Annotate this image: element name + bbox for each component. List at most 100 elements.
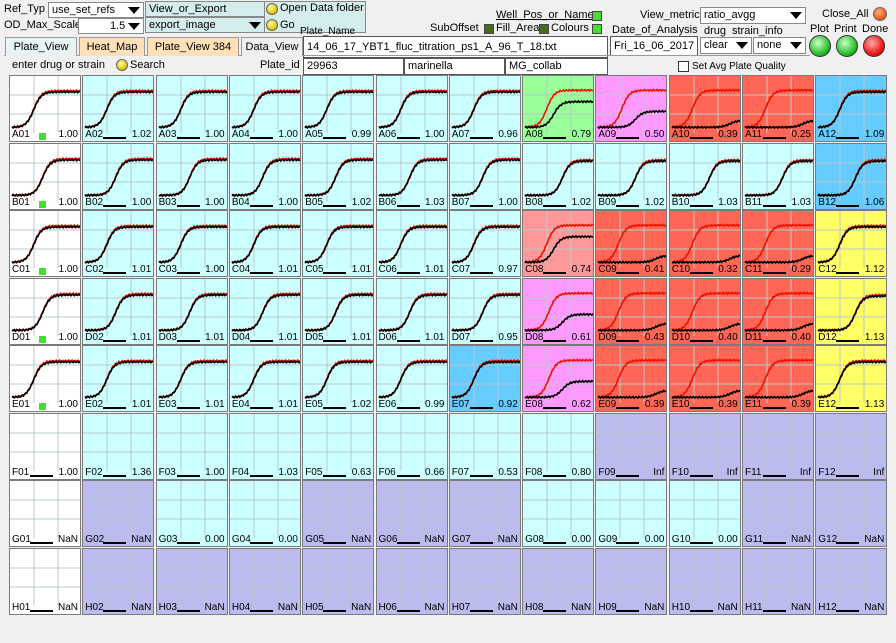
well-g03[interactable]: G03 0.00 (155, 480, 228, 547)
well-b02[interactable]: B02 1.00 (82, 142, 155, 210)
well-h04[interactable]: H04 NaN (228, 547, 301, 615)
well-a01[interactable]: A01 1.00 (9, 75, 81, 142)
done-button[interactable] (863, 35, 885, 57)
tab-data-view[interactable]: Data_View (241, 37, 303, 56)
well-f07[interactable]: F07 0.53 (448, 412, 521, 480)
well-h10[interactable]: H10 NaN (668, 547, 741, 615)
well-f11[interactable]: F11 Inf (742, 412, 814, 480)
well-d08[interactable]: D08 0.61 (522, 277, 595, 345)
plot-button[interactable] (809, 35, 831, 57)
well-e01[interactable]: E01 1.00 (9, 345, 81, 412)
well-g07[interactable]: G07 NaN (448, 480, 521, 547)
well-a06[interactable]: A06 1.00 (375, 75, 448, 142)
tab-heat-map[interactable]: Heat_Map (79, 37, 145, 56)
well-a05[interactable]: A05 0.99 (302, 75, 375, 142)
well-c12[interactable]: C12 1.12 (815, 210, 888, 277)
well-e09[interactable]: E09 0.39 (595, 345, 668, 412)
well-d10[interactable]: D10 0.40 (668, 277, 741, 345)
set-avg-checkbox[interactable] (678, 61, 689, 72)
ref-typ-dropdown[interactable]: use_set_refs (48, 2, 144, 18)
well-f12[interactable]: F12 Inf (815, 412, 888, 480)
well-c09[interactable]: C09 0.41 (595, 210, 668, 277)
drug-dropdown[interactable]: clear (700, 37, 752, 54)
well-c08[interactable]: C08 0.74 (522, 210, 595, 277)
well-a04[interactable]: A04 1.00 (228, 75, 301, 142)
well-f08[interactable]: F08 0.80 (522, 412, 595, 480)
suboffset-toggle[interactable] (484, 24, 494, 34)
date-field[interactable]: Fri_16_06_2017 (610, 36, 698, 56)
well-d07[interactable]: D07 0.95 (448, 277, 521, 345)
well-d02[interactable]: D02 1.01 (82, 277, 155, 345)
well-h02[interactable]: H02 NaN (82, 547, 155, 615)
well-f04[interactable]: F04 1.03 (228, 412, 301, 480)
well-a09[interactable]: A09 0.50 (595, 75, 668, 142)
well-d11[interactable]: D11 0.40 (742, 277, 814, 345)
well-b08[interactable]: B08 1.02 (522, 142, 595, 210)
well-b01[interactable]: B01 1.00 (9, 142, 81, 210)
well-d05[interactable]: D05 1.01 (302, 277, 375, 345)
well-g09[interactable]: G09 0.00 (595, 480, 668, 547)
well-c02[interactable]: C02 1.01 (82, 210, 155, 277)
fill-area-toggle[interactable] (539, 24, 549, 34)
view-metric-dropdown[interactable]: ratio_avgg (700, 7, 806, 24)
well-f05[interactable]: F05 0.63 (302, 412, 375, 480)
well-e02[interactable]: E02 1.01 (82, 345, 155, 412)
well-b04[interactable]: B04 1.00 (228, 142, 301, 210)
well-g08[interactable]: G08 0.00 (522, 480, 595, 547)
well-d12[interactable]: D12 1.13 (815, 277, 888, 345)
well-a02[interactable]: A02 1.02 (82, 75, 155, 142)
well-b12[interactable]: B12 1.06 (815, 142, 888, 210)
well-e07[interactable]: E07 0.92 (448, 345, 521, 412)
well-c11[interactable]: C11 0.29 (742, 210, 814, 277)
close-all-button[interactable] (873, 7, 887, 21)
well-f10[interactable]: F10 Inf (668, 412, 741, 480)
well-d06[interactable]: D06 1.01 (375, 277, 448, 345)
well-e04[interactable]: E04 1.01 (228, 345, 301, 412)
well-e06[interactable]: E06 0.99 (375, 345, 448, 412)
od-max-dropdown[interactable]: 1.5 (78, 18, 144, 34)
user-field[interactable]: marinella (404, 58, 505, 75)
well-c05[interactable]: C05 1.01 (302, 210, 375, 277)
well-h03[interactable]: H03 NaN (155, 547, 228, 615)
well-e03[interactable]: E03 1.01 (155, 345, 228, 412)
well-g10[interactable]: G10 0.00 (668, 480, 741, 547)
well-c07[interactable]: C07 0.97 (448, 210, 521, 277)
well-c06[interactable]: C06 1.01 (375, 210, 448, 277)
well-d09[interactable]: D09 0.43 (595, 277, 668, 345)
well-a07[interactable]: A07 0.96 (448, 75, 521, 142)
well-d03[interactable]: D03 1.01 (155, 277, 228, 345)
well-a03[interactable]: A03 1.00 (155, 75, 228, 142)
tab-plate-view-384[interactable]: Plate_View 384 (147, 37, 239, 56)
well-a08[interactable]: A08 0.79 (522, 75, 595, 142)
collab-field[interactable]: MG_collab (505, 58, 608, 75)
well-e05[interactable]: E05 1.02 (302, 345, 375, 412)
well-f03[interactable]: F03 1.00 (155, 412, 228, 480)
well-b05[interactable]: B05 1.02 (302, 142, 375, 210)
well-a12[interactable]: A12 1.09 (815, 75, 888, 142)
well-g05[interactable]: G05 NaN (302, 480, 375, 547)
well-h06[interactable]: H06 NaN (375, 547, 448, 615)
well-b10[interactable]: B10 1.03 (668, 142, 741, 210)
well-b06[interactable]: B06 1.03 (375, 142, 448, 210)
well-c10[interactable]: C10 0.32 (668, 210, 741, 277)
well-pos-toggle[interactable] (592, 11, 602, 21)
well-f02[interactable]: F02 1.36 (82, 412, 155, 480)
well-h08[interactable]: H08 NaN (522, 547, 595, 615)
view-export-dropdown[interactable]: export_image (145, 17, 265, 33)
well-h11[interactable]: H11 NaN (742, 547, 814, 615)
well-g12[interactable]: G12 NaN (815, 480, 888, 547)
well-b03[interactable]: B03 1.00 (155, 142, 228, 210)
well-e08[interactable]: E08 0.62 (522, 345, 595, 412)
well-a10[interactable]: A10 0.39 (668, 75, 741, 142)
well-h01[interactable]: H01 NaN (9, 547, 81, 615)
well-g06[interactable]: G06 NaN (375, 480, 448, 547)
well-h09[interactable]: H09 NaN (595, 547, 668, 615)
well-c01[interactable]: C01 1.00 (9, 210, 81, 277)
well-g04[interactable]: G04 0.00 (228, 480, 301, 547)
colours-toggle[interactable] (592, 24, 602, 34)
well-g01[interactable]: G01 NaN (9, 480, 81, 547)
open-folder-label[interactable]: Open Data folder (280, 2, 364, 14)
strain-dropdown[interactable]: none (753, 37, 806, 54)
print-button[interactable] (836, 35, 858, 57)
open-folder-radio[interactable] (266, 3, 278, 15)
